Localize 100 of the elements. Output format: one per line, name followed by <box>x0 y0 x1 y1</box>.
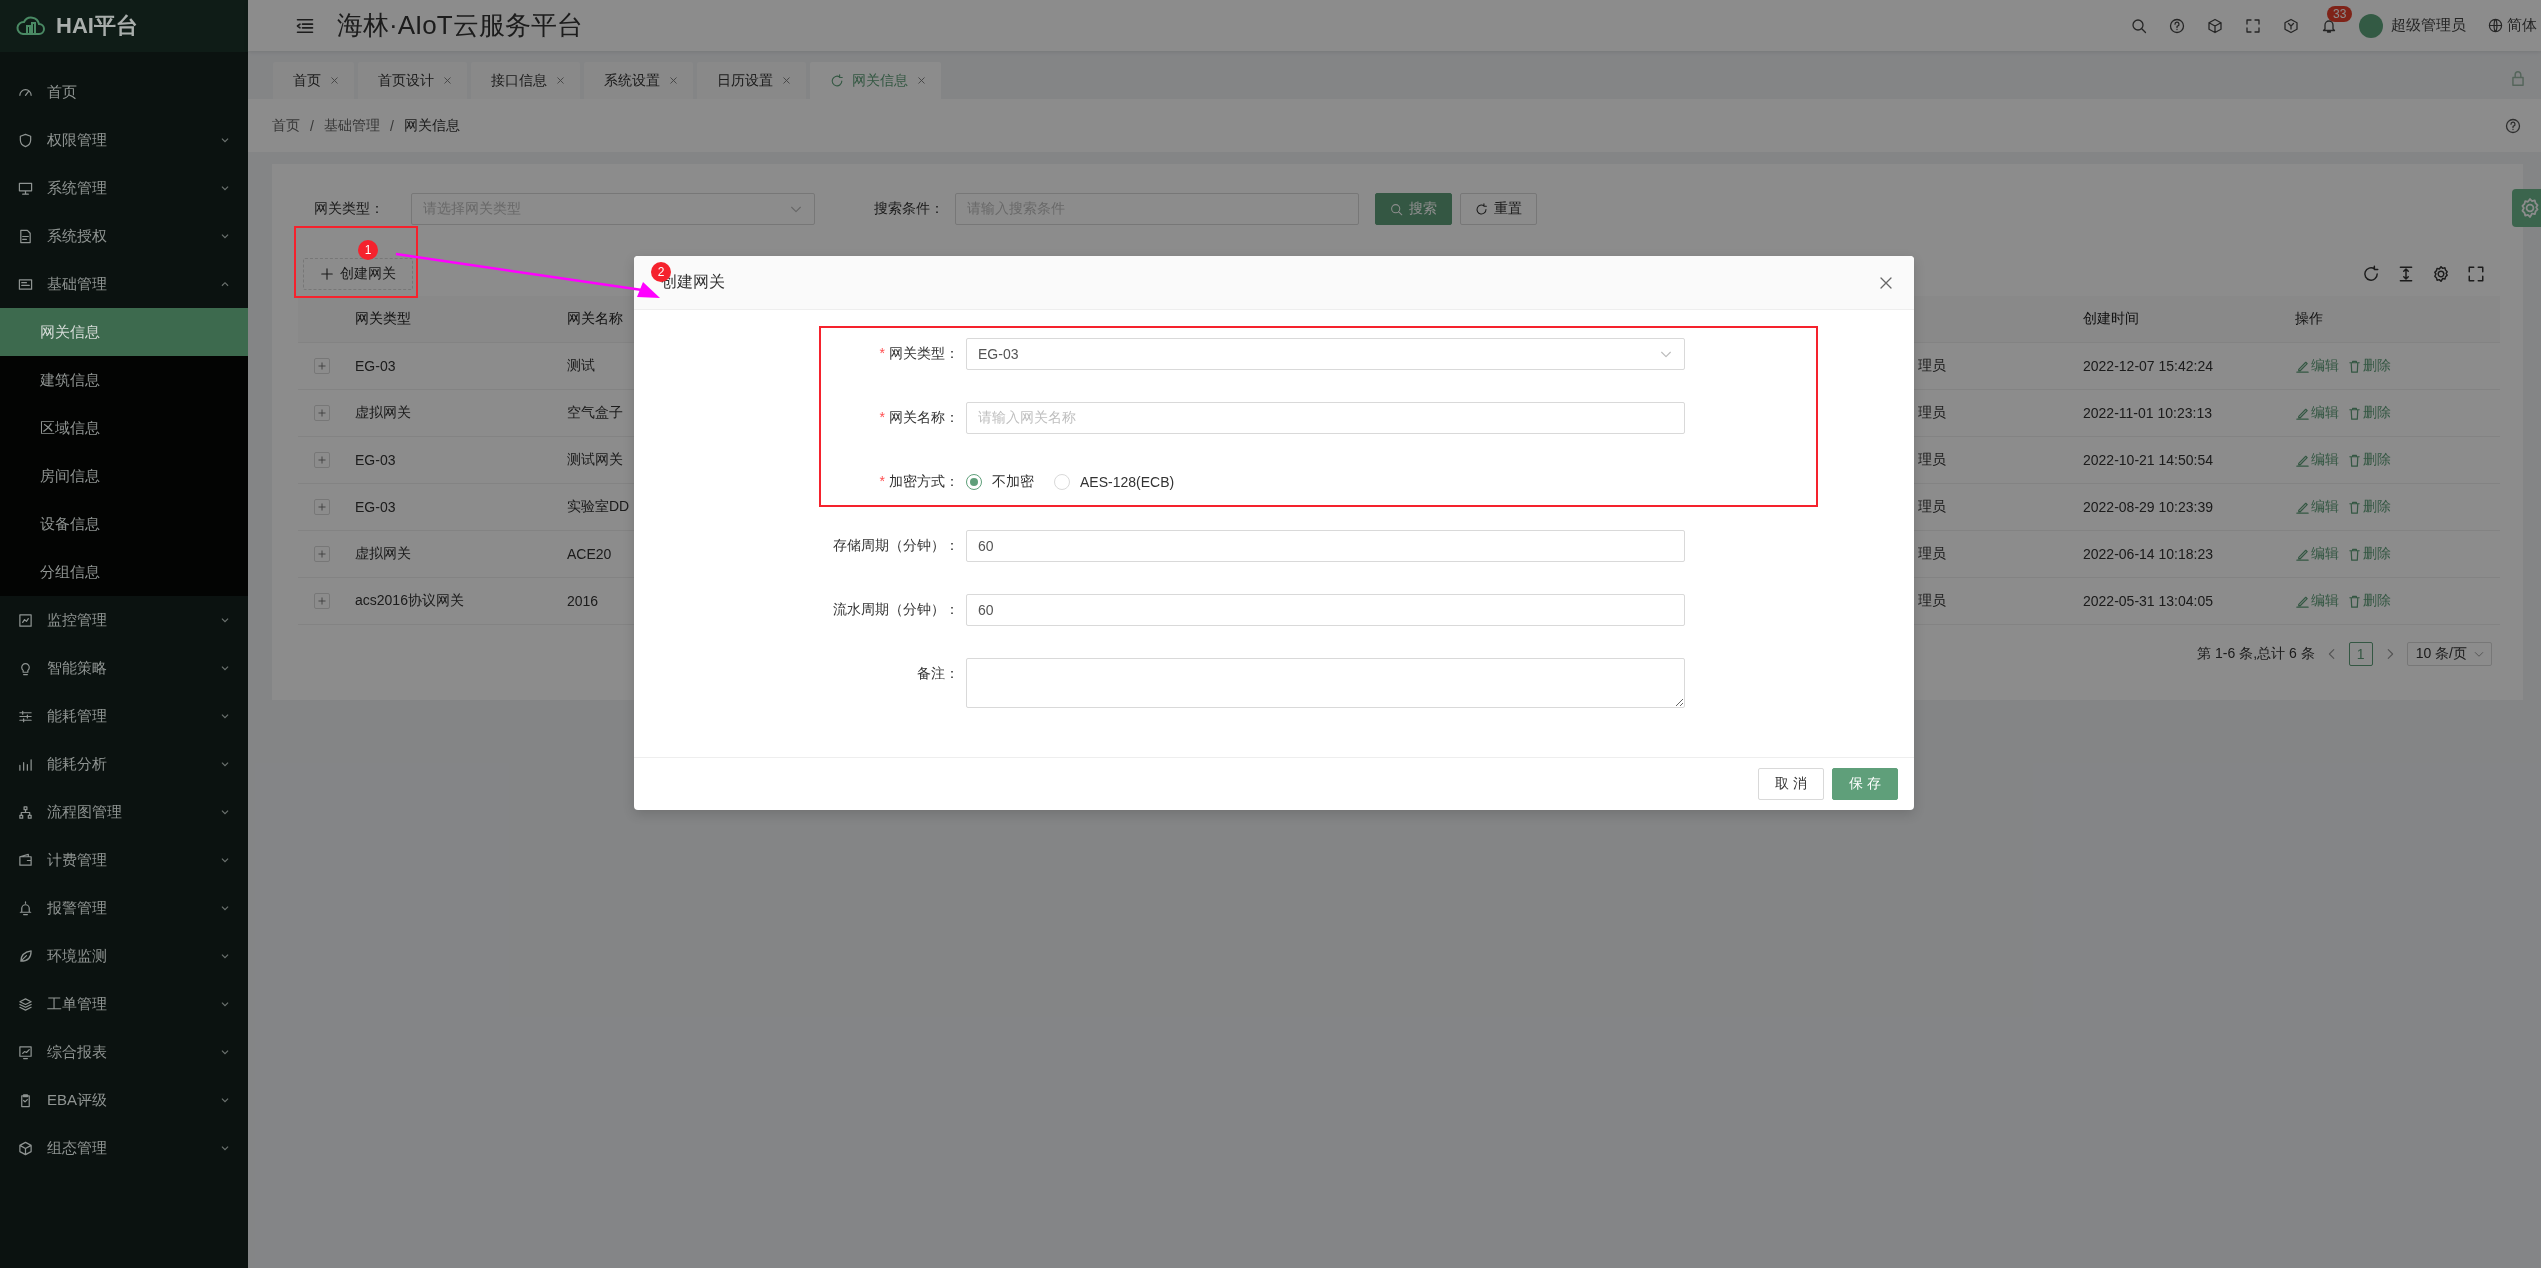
plus-icon <box>317 408 327 418</box>
tab[interactable]: 首页 <box>273 62 354 99</box>
alarm-icon <box>18 900 33 916</box>
expand-row-button[interactable] <box>314 499 330 515</box>
settings-tab[interactable] <box>2512 189 2541 227</box>
menu-item[interactable]: 智能策略 <box>0 644 248 692</box>
menu-item[interactable]: 能耗分析 <box>0 740 248 788</box>
filter-label: 搜索条件： <box>874 200 944 218</box>
submenu-item[interactable]: 设备信息 <box>0 500 248 548</box>
refresh-icon <box>2362 265 2380 283</box>
column-header: 创建时间 <box>2083 310 2139 328</box>
table-cell: 2022-08-29 10:23:39 <box>2083 499 2213 515</box>
expand-row-button[interactable] <box>314 593 330 609</box>
table-cell: 2022-11-01 10:23:13 <box>2083 405 2212 421</box>
save-button[interactable]: 保 存 <box>1832 768 1898 800</box>
nodes-icon <box>18 804 33 820</box>
bar-chart-icon <box>18 756 33 772</box>
breadcrumb-item[interactable]: 基础管理 <box>323 116 380 135</box>
cube-icon <box>2207 17 2223 34</box>
field-label: * 网关类型： <box>879 345 959 363</box>
reset-button[interactable]: 重置 <box>1460 193 1537 225</box>
table-cell: ACE20 <box>567 546 612 562</box>
close-icon <box>781 75 792 86</box>
bulb-icon <box>18 660 33 676</box>
help-icon <box>2169 17 2185 34</box>
screen-icon <box>18 612 33 628</box>
cancel-button[interactable]: 取 消 <box>1758 768 1825 800</box>
select-field[interactable]: EG-03 <box>966 338 1685 370</box>
expand-row-button[interactable] <box>314 546 330 562</box>
table-cell: 测试 <box>567 357 595 375</box>
trash-icon <box>2347 499 2362 515</box>
radio-option[interactable]: 不加密 <box>966 473 1034 491</box>
tab[interactable]: 日历设置 <box>697 62 806 99</box>
submenu-item[interactable]: 建筑信息 <box>0 356 248 404</box>
table-cell: 虚拟网关 <box>355 404 411 422</box>
plus-icon <box>317 549 327 559</box>
breadcrumb-item[interactable]: 首页 <box>272 116 300 135</box>
menu-item[interactable]: 流程图管理 <box>0 788 248 836</box>
field-label: 流水周期（分钟）： <box>833 601 959 619</box>
plus-icon <box>317 502 327 512</box>
input-field[interactable]: 60 <box>966 530 1685 562</box>
tab[interactable]: 接口信息 <box>471 62 580 99</box>
document-icon <box>18 228 33 244</box>
submenu-item[interactable]: 分组信息 <box>0 548 248 596</box>
menu-item[interactable]: 系统管理 <box>0 164 248 212</box>
fullscreen-icon <box>2467 265 2485 283</box>
radio-button[interactable] <box>966 474 982 490</box>
menu-item[interactable]: 基础管理 <box>0 260 248 308</box>
avatar[interactable] <box>2359 13 2383 38</box>
refresh-icon <box>830 73 844 88</box>
page-size-select[interactable]: 10 条/页 <box>2406 642 2492 666</box>
table-cell: acs2016协议网关 <box>355 592 464 610</box>
menu-item[interactable]: 工单管理 <box>0 980 248 1028</box>
help-icon <box>2505 117 2521 134</box>
menu-item[interactable]: 环境监测 <box>0 932 248 980</box>
table-cell-text: 理员 <box>1917 404 1946 422</box>
menu-item[interactable]: 首页 <box>0 68 248 116</box>
logo-text: HAI平台 <box>56 12 138 40</box>
breadcrumb-item: 网关信息 <box>403 116 460 135</box>
create-button[interactable]: 创建网关 <box>303 258 413 290</box>
settings-icon <box>2519 197 2541 219</box>
close-icon <box>916 75 927 86</box>
expand-row-button[interactable] <box>314 358 330 374</box>
expand-row-button[interactable] <box>314 405 330 421</box>
submenu-item[interactable]: 区域信息 <box>0 404 248 452</box>
plus-icon <box>317 455 327 465</box>
globe-icon <box>2488 18 2503 33</box>
hexagon-icon <box>2283 17 2299 34</box>
menu-item[interactable]: 报警管理 <box>0 884 248 932</box>
search-icon <box>2131 17 2147 34</box>
user-name[interactable]: 超级管理员 <box>2391 16 2466 35</box>
language-label[interactable]: 简体 <box>2507 16 2537 35</box>
submenu-item[interactable]: 房间信息 <box>0 452 248 500</box>
menu-item[interactable]: 组态管理 <box>0 1124 248 1172</box>
column-header: 网关名称 <box>567 310 623 328</box>
radio-option[interactable]: AES-128(ECB) <box>1054 474 1175 490</box>
table-cell: 空气盒子 <box>567 404 623 422</box>
table-cell-text: 理员 <box>1917 357 1946 375</box>
close-icon <box>555 75 566 86</box>
menu-item[interactable]: 系统授权 <box>0 212 248 260</box>
menu-item[interactable]: 能耗管理 <box>0 692 248 740</box>
textarea-field[interactable] <box>966 658 1685 708</box>
field-label: 存储周期（分钟）： <box>833 537 959 555</box>
expand-row-button[interactable] <box>314 452 330 468</box>
trash-icon <box>2347 405 2362 421</box>
table-cell: EG-03 <box>355 358 396 374</box>
menu-item[interactable]: 权限管理 <box>0 116 248 164</box>
submenu-item[interactable]: 网关信息 <box>0 308 248 356</box>
leaf-icon <box>18 948 33 964</box>
tab[interactable]: 系统设置 <box>584 62 693 99</box>
table-cell: EG-03 <box>355 452 396 468</box>
layers-icon <box>18 996 33 1012</box>
input-field[interactable]: 60 <box>966 594 1685 626</box>
app-title: 海林·AIoT云服务平台 <box>337 9 583 42</box>
table-cell-text: 理员 <box>1917 451 1946 469</box>
menu-item[interactable]: EBA评级 <box>0 1076 248 1124</box>
menu-item[interactable]: 计费管理 <box>0 836 248 884</box>
menu-item[interactable]: 监控管理 <box>0 596 248 644</box>
menu-item[interactable]: 综合报表 <box>0 1028 248 1076</box>
tab[interactable]: 首页设计 <box>358 62 467 99</box>
